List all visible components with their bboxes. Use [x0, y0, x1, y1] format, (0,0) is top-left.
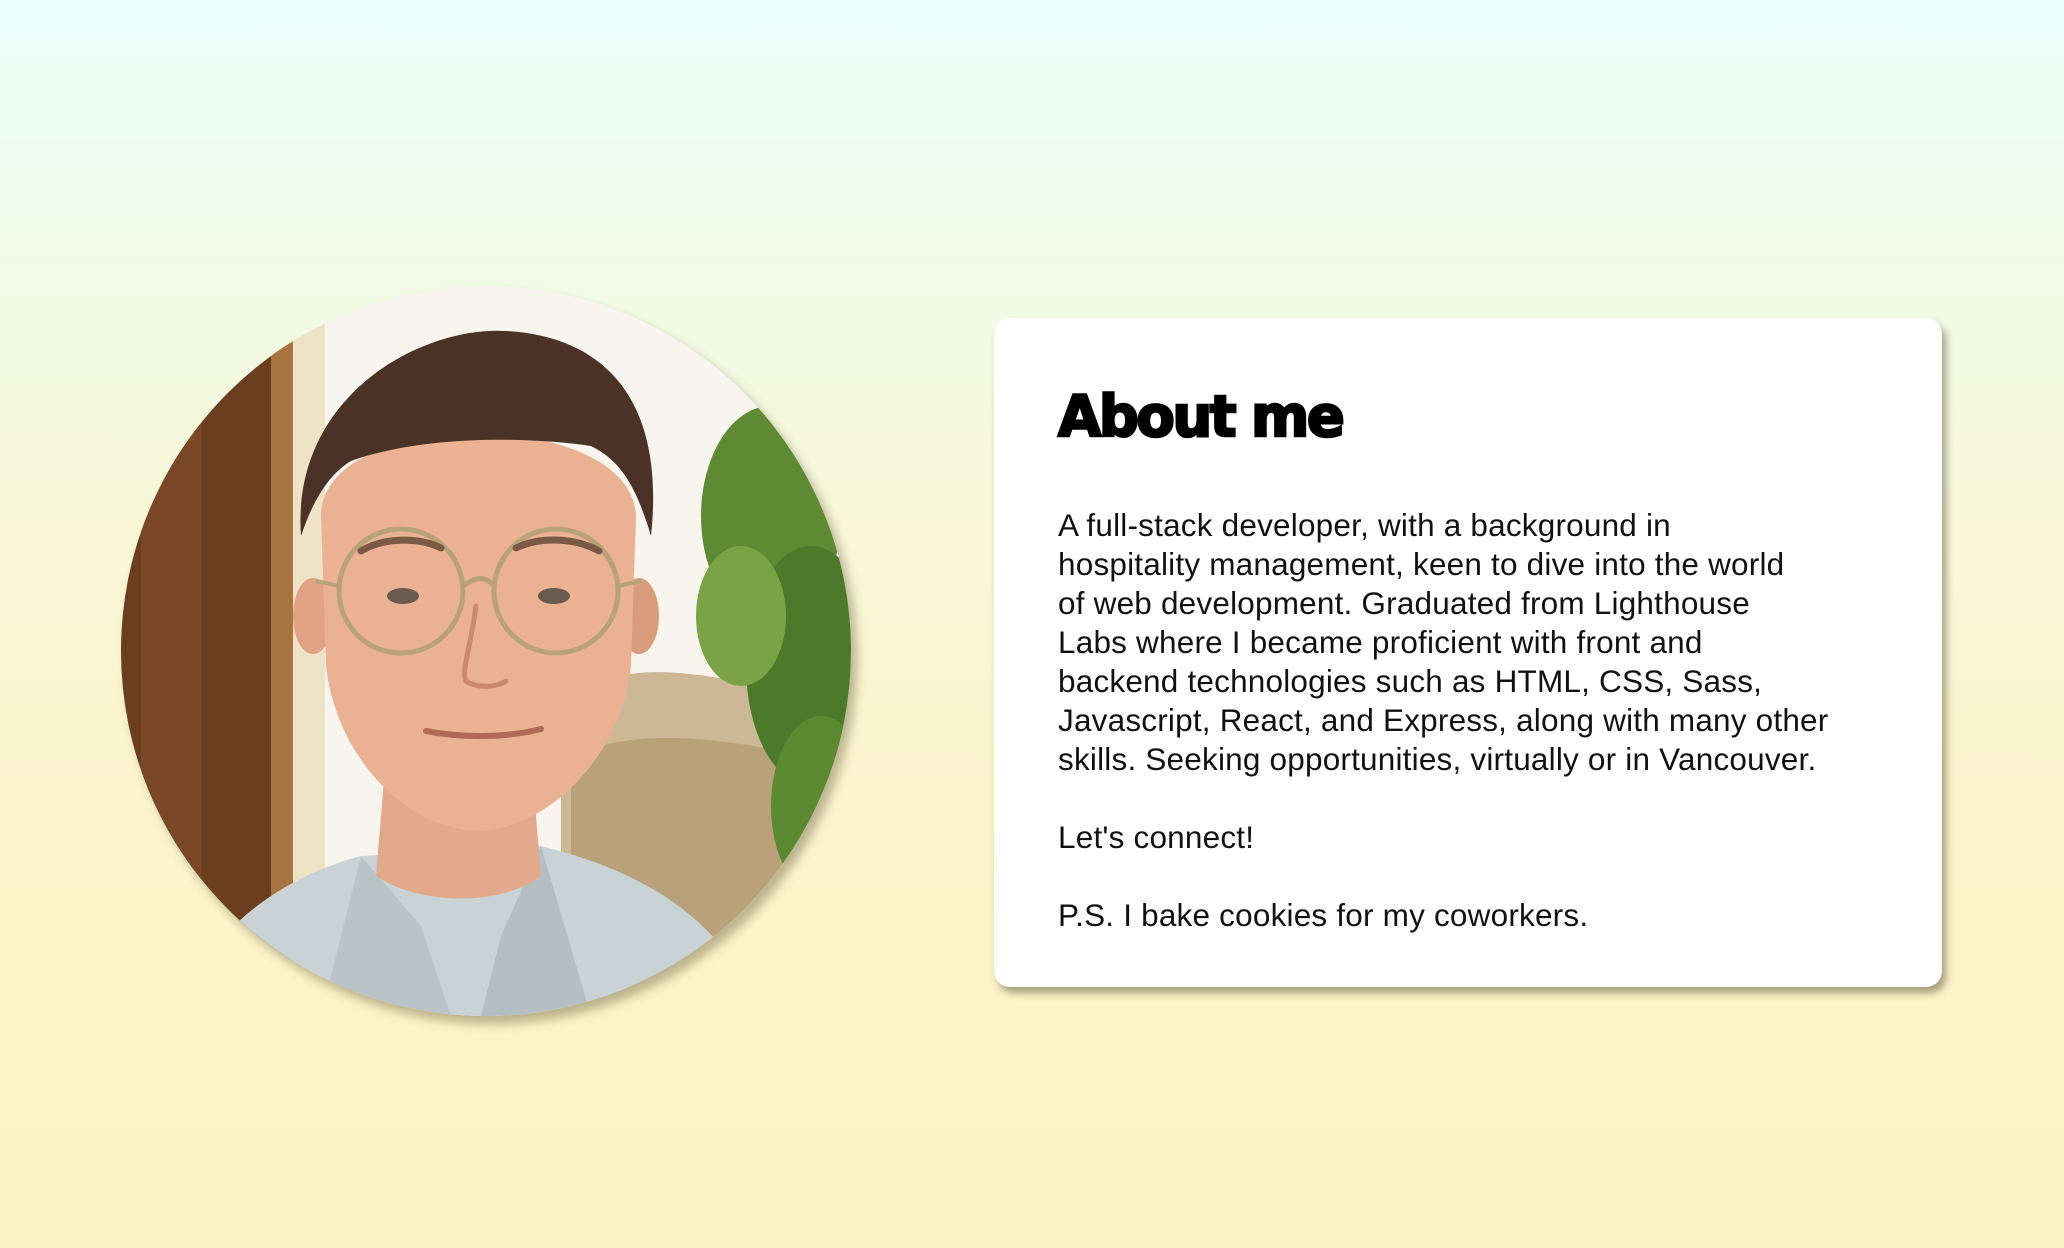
bio-line: hospitality management, keen to dive int… — [1058, 545, 1785, 582]
profile-photo — [121, 286, 851, 1016]
bio-paragraph: A full-stack developer, with a backgroun… — [1058, 506, 1878, 779]
connect-text: Let's connect! — [1058, 818, 1255, 855]
bio-line: A full-stack developer, with a backgroun… — [1058, 506, 1671, 543]
bio-line: of web development. Graduated from Light… — [1058, 584, 1750, 621]
bio-line: Javascript, React, and Express, along wi… — [1058, 701, 1829, 738]
bio-line: skills. Seeking opportunities, virtually… — [1058, 740, 1817, 777]
about-heading: About me — [1057, 383, 1346, 451]
about-card: About me A full-stack developer, with a … — [994, 318, 1942, 987]
about-body: A full-stack developer, with a backgroun… — [1058, 506, 1878, 935]
about-section: About me A full-stack developer, with a … — [0, 0, 2064, 1248]
postscript-text: P.S. I bake cookies for my coworkers. — [1058, 896, 1589, 933]
bio-line: Labs where I became proficient with fron… — [1058, 623, 1703, 660]
profile-photo-illustration — [121, 286, 851, 1016]
bio-line: backend technologies such as HTML, CSS, … — [1058, 662, 1763, 699]
